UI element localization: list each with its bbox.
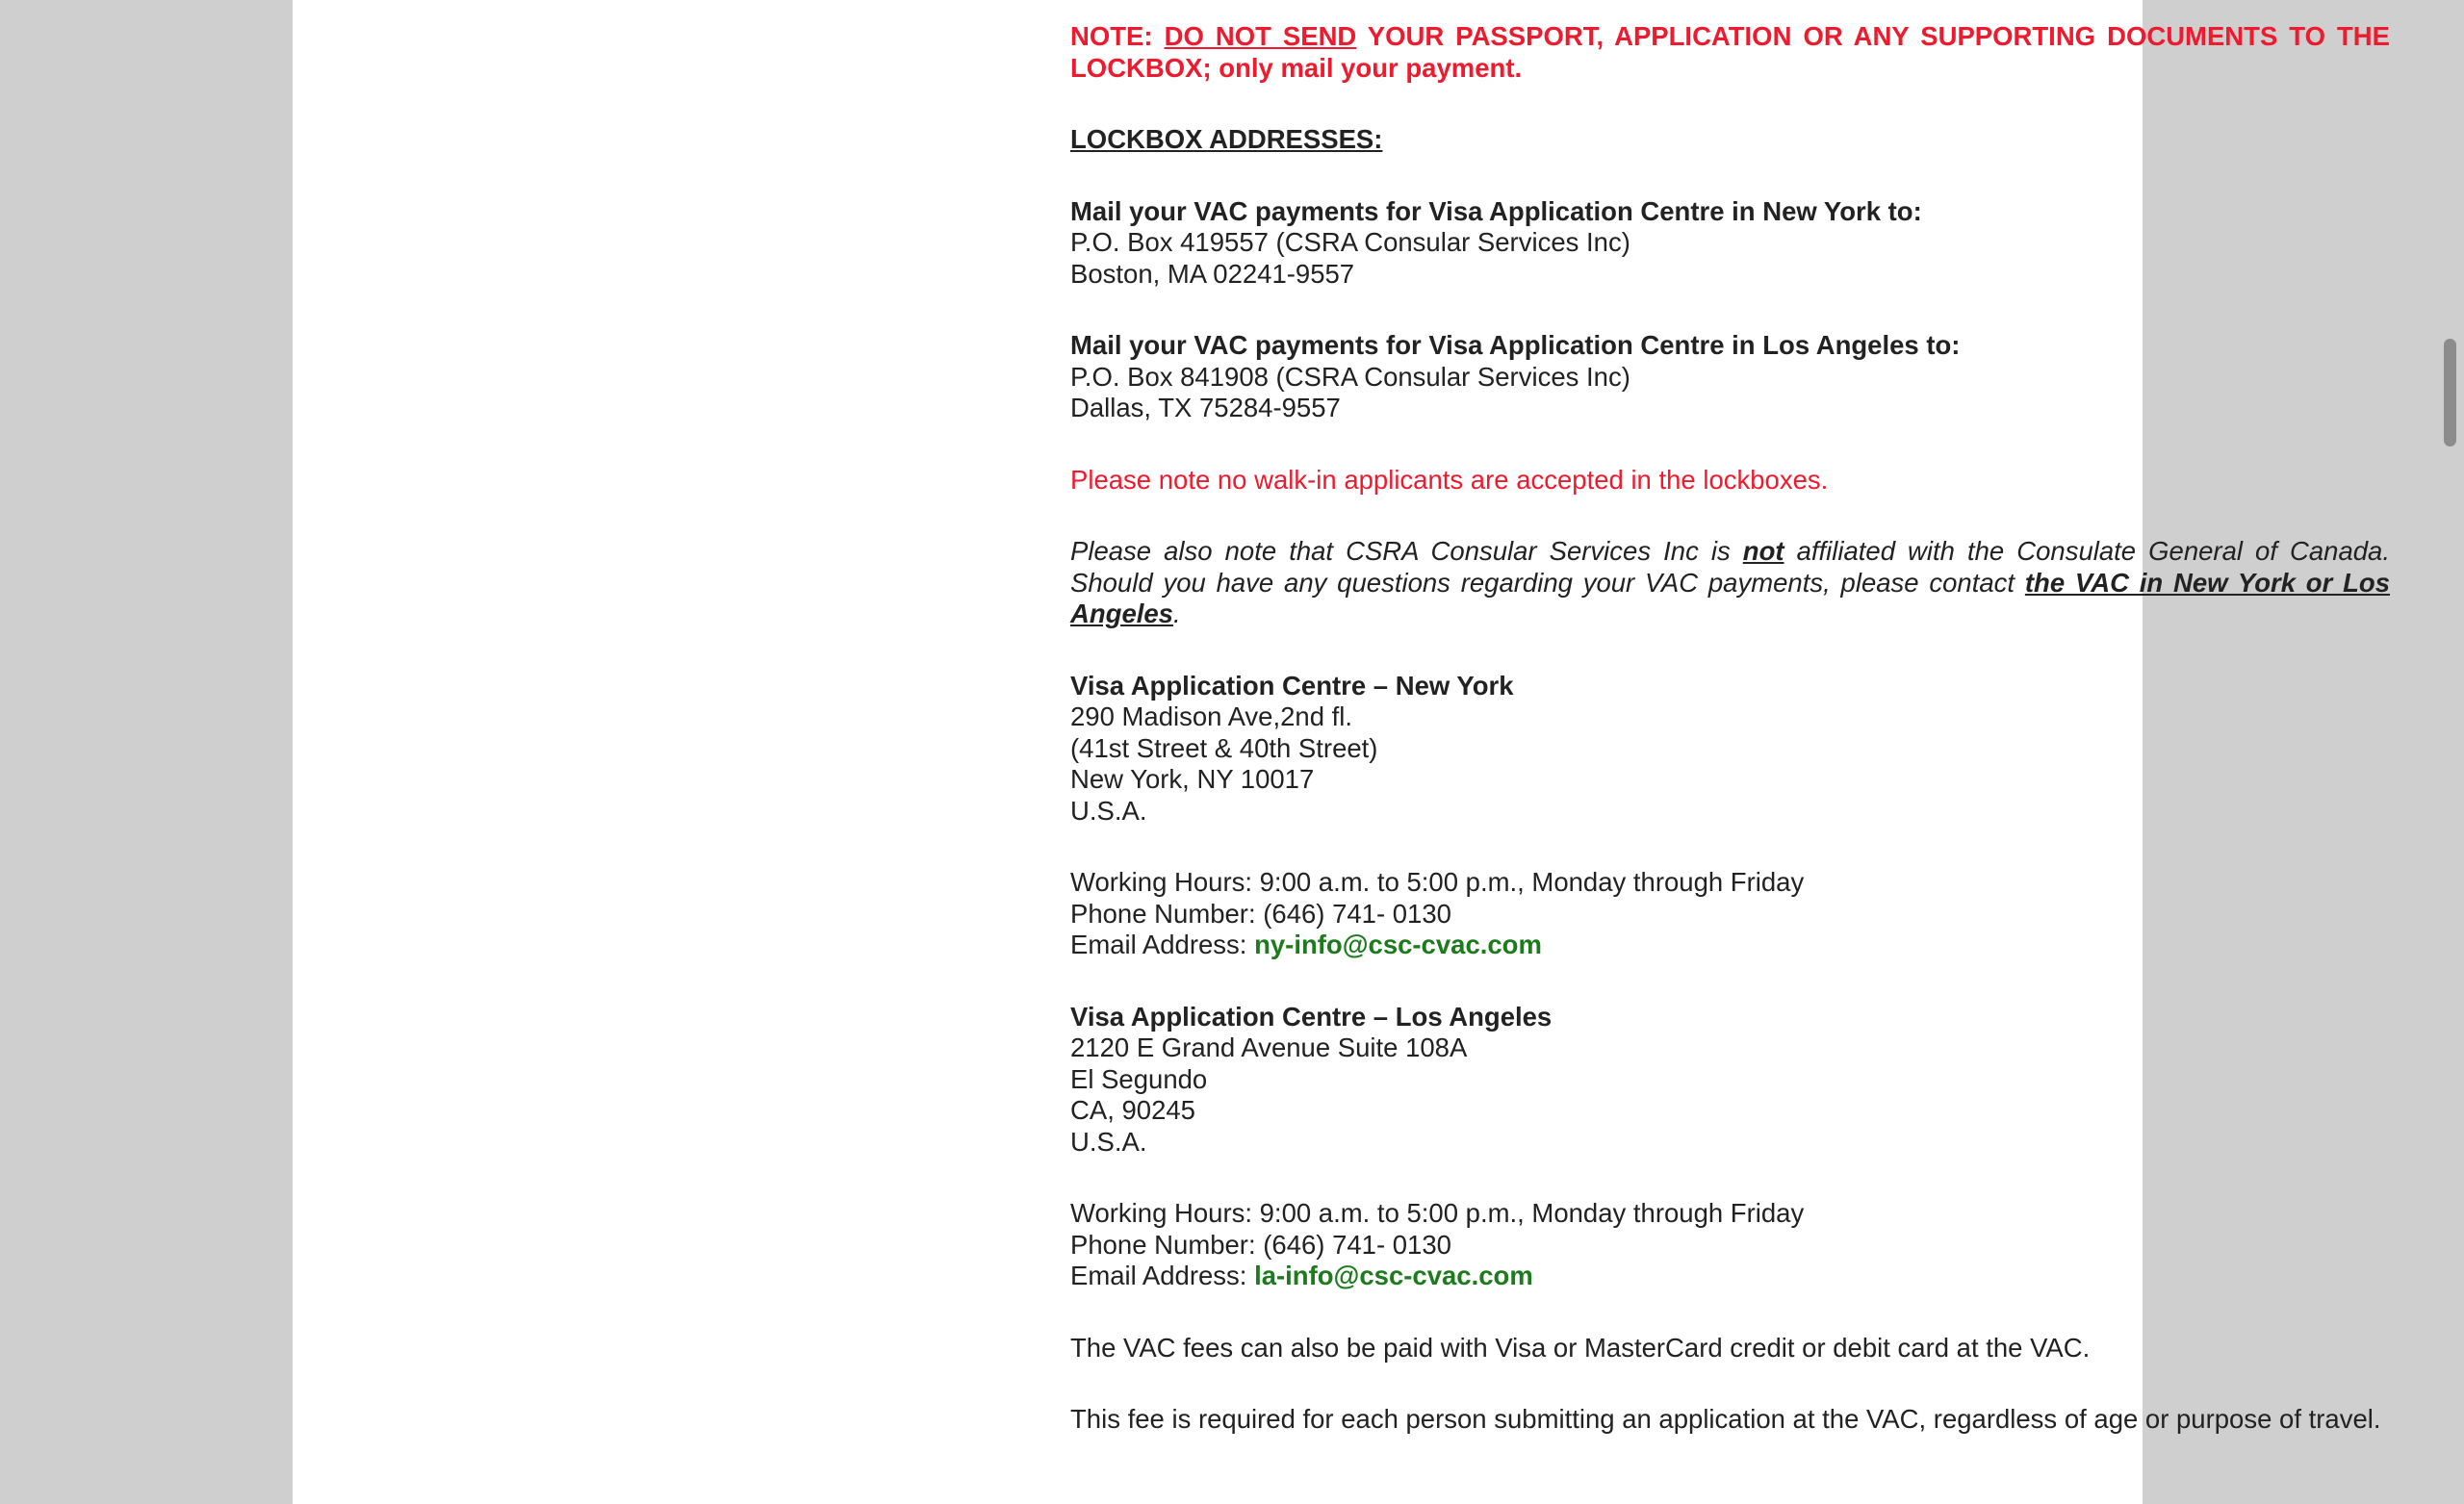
vac-ny-email-link[interactable]: ny-info@csc-cvac.com xyxy=(1254,930,1542,959)
fee-note: This fee is required for each person sub… xyxy=(1070,1404,2381,1434)
lockbox-heading-block: LOCKBOX ADDRESSES: xyxy=(1070,124,2390,156)
note-emphasis: DO NOT SEND xyxy=(1164,21,1357,51)
lockbox-ny-block: Mail your VAC payments for Visa Applicat… xyxy=(1070,196,2390,291)
vac-la-email-link[interactable]: la-info@csc-cvac.com xyxy=(1254,1261,1533,1290)
vac-ny-hours: Working Hours: 9:00 a.m. to 5:00 p.m., M… xyxy=(1070,867,1805,897)
vac-ny-line1: 290 Madison Ave,2nd fl. xyxy=(1070,701,1353,731)
page-column: NOTE: DO NOT SEND YOUR PASSPORT, APPLICA… xyxy=(293,0,2390,1504)
lockbox-la-line2: Dallas, TX 75284-9557 xyxy=(1070,393,1341,422)
affiliation-not: not xyxy=(1742,536,1784,566)
vac-la-address-block: Visa Application Centre – Los Angeles 21… xyxy=(1070,1002,2390,1159)
article-content: NOTE: DO NOT SEND YOUR PASSPORT, APPLICA… xyxy=(1070,21,2390,1476)
note-label: NOTE: xyxy=(1070,21,1153,51)
vac-la-email-label: Email Address: xyxy=(1070,1261,1255,1290)
vac-ny-address-block: Visa Application Centre – New York 290 M… xyxy=(1070,671,2390,828)
vac-ny-phone: Phone Number: (646) 741- 0130 xyxy=(1070,898,1451,929)
vac-la-contact-block: Working Hours: 9:00 a.m. to 5:00 p.m., M… xyxy=(1070,1198,2390,1292)
vertical-scrollbar[interactable] xyxy=(2440,0,2464,1504)
vac-la-hours: Working Hours: 9:00 a.m. to 5:00 p.m., M… xyxy=(1070,1198,1805,1228)
vac-la-line3: CA, 90245 xyxy=(1070,1095,1195,1125)
lockbox-ny-title: Mail your VAC payments for Visa Applicat… xyxy=(1070,195,1922,226)
lockbox-la-line1: P.O. Box 841908 (CSRA Consular Services … xyxy=(1070,361,1630,392)
lockbox-ny-line1: P.O. Box 419557 (CSRA Consular Services … xyxy=(1070,227,1630,257)
vac-ny-email-label: Email Address: xyxy=(1070,930,1255,959)
lockbox-warning-note: NOTE: DO NOT SEND YOUR PASSPORT, APPLICA… xyxy=(1070,21,2390,84)
vac-ny-line4: U.S.A. xyxy=(1070,795,1147,826)
scrollbar-thumb[interactable] xyxy=(2444,339,2456,446)
vac-la-line1: 2120 E Grand Avenue Suite 108A xyxy=(1070,1032,1468,1062)
walkin-note: Please note no walk-in applicants are ac… xyxy=(1070,464,1829,495)
vac-ny-line2: (41st Street & 40th Street) xyxy=(1070,732,1378,763)
affiliation-before: Please also note that CSRA Consular Serv… xyxy=(1070,536,1743,566)
browser-viewport: NOTE: DO NOT SEND YOUR PASSPORT, APPLICA… xyxy=(0,0,2464,1504)
lockbox-ny-line2: Boston, MA 02241-9557 xyxy=(1070,258,1355,289)
vac-la-line4: U.S.A. xyxy=(1070,1126,1147,1157)
vac-ny-line3: New York, NY 10017 xyxy=(1070,764,1315,794)
affiliation-after: . xyxy=(1172,599,1181,628)
lockbox-la-title: Mail your VAC payments for Visa Applicat… xyxy=(1070,330,1961,360)
card-payment-note: The VAC fees can also be paid with Visa … xyxy=(1070,1332,2091,1363)
vac-ny-contact-block: Working Hours: 9:00 a.m. to 5:00 p.m., M… xyxy=(1070,867,2390,961)
vac-la-title: Visa Application Centre – Los Angeles xyxy=(1070,1001,1553,1032)
lockbox-heading: LOCKBOX ADDRESSES: xyxy=(1070,124,1383,154)
affiliation-note: Please also note that CSRA Consular Serv… xyxy=(1070,536,2390,630)
lockbox-la-block: Mail your VAC payments for Visa Applicat… xyxy=(1070,330,2390,424)
vac-la-phone: Phone Number: (646) 741- 0130 xyxy=(1070,1229,1451,1260)
vac-la-line2: El Segundo xyxy=(1070,1063,1208,1094)
vac-ny-title: Visa Application Centre – New York xyxy=(1070,670,1514,701)
